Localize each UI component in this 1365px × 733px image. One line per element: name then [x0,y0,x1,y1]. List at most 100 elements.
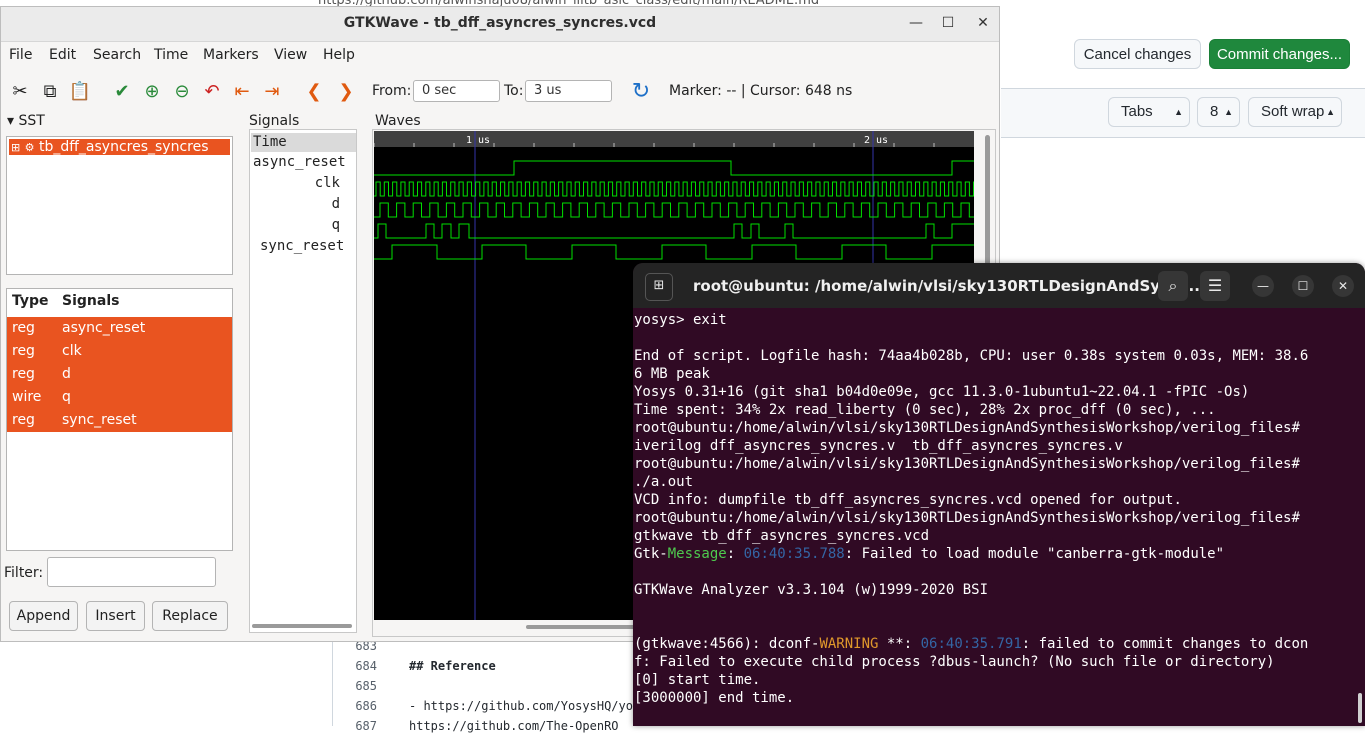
terminal-text: (gtkwave:4566): dconf- [634,636,820,652]
terminal-headerbar[interactable]: ⊞ root@ubuntu: /home/alwin/vlsi/sky130RT… [633,263,1365,308]
signal-row-d[interactable]: reg d [7,363,232,386]
collapse-triangle-icon[interactable]: ▾ [7,113,14,129]
signal-label-d[interactable]: d [332,196,340,212]
terminal-line: root@ubuntu:/home/alwin/vlsi/sky130RTLDe… [634,419,1362,437]
signal-row-sync-reset[interactable]: reg sync_reset [7,409,232,432]
hamburger-menu-icon[interactable]: ☰ [1200,271,1230,301]
minimize-icon[interactable]: — [906,13,926,33]
terminal-text: 06:40:35.791 [920,636,1022,652]
to-time-input[interactable]: 3 us [525,80,612,102]
paste-icon[interactable]: 📋 [67,79,93,105]
undo-zoom-icon[interactable]: ↶ [199,79,225,105]
zoom-fit-icon[interactable]: ✔ [109,79,135,105]
menu-time[interactable]: Time [154,47,188,63]
terminal-text: 06:40:35.788 [743,546,845,562]
terminal-title: root@ubuntu: /home/alwin/vlsi/sky130RTLD… [693,277,1206,295]
terminal-text: End of script. Logfile hash: 74aa4b028b,… [634,348,1309,364]
signal-row-q[interactable]: wire q [7,386,232,409]
terminal-text: : [726,546,744,562]
waves-pane-title: Waves [375,113,421,129]
zoom-in-icon[interactable]: ⊕ [139,79,165,105]
terminal-output[interactable]: yosys> exit End of script. Logfile hash: … [634,311,1362,707]
indent-mode-select[interactable]: Tabs ▲ [1108,97,1190,127]
tree-item-label: tb_dff_asyncres_syncres [39,139,209,155]
signal-type: reg [12,366,35,382]
code-line[interactable]: ## Reference [409,659,496,673]
reload-icon[interactable]: ↻ [628,79,654,105]
menu-search[interactable]: Search [93,47,141,63]
from-label: From: [372,83,412,99]
terminal-line: iverilog dff_asyncres_syncres.v tb_dff_a… [634,437,1362,455]
menu-view[interactable]: View [274,47,307,63]
zoom-start-icon[interactable]: ⇤ [229,79,255,105]
code-editor[interactable]: 683 684 ## Reference 685 686- https://github… [332,637,633,733]
editor-toolbar: Tabs ▲ 8 ▲ Soft wrap ▲ [1001,88,1365,138]
type-column-header[interactable]: Type [12,293,49,309]
signal-row-async-reset[interactable]: reg async_reset [7,317,232,340]
cancel-changes-button[interactable]: Cancel changes [1074,39,1201,69]
zoom-out-icon[interactable]: ⊖ [169,79,195,105]
terminal-scrollbar[interactable] [1358,693,1362,723]
close-icon[interactable]: ✕ [1332,275,1354,297]
signal-time-row[interactable]: Time [251,133,356,152]
find-next-edge-icon[interactable]: ❯ [333,79,359,105]
expander-plus-icon[interactable]: ⊞ [11,141,20,154]
wrap-mode-label: Soft wrap [1261,103,1325,120]
menu-help[interactable]: Help [323,47,355,63]
maximize-icon[interactable]: ☐ [938,13,958,33]
find-prev-edge-icon[interactable]: ❮ [301,79,327,105]
menu-file[interactable]: File [9,47,32,63]
waves-vertical-scrollbar[interactable] [985,135,990,265]
terminal-text: root@ubuntu:/home/alwin/vlsi/sky130RTLDe… [634,420,1300,436]
terminal-line: VCD info: dumpfile tb_dff_asyncres_syncr… [634,491,1362,509]
new-tab-icon[interactable]: ⊞ [645,273,673,301]
menu-markers[interactable]: Markers [203,47,259,63]
from-time-input[interactable]: 0 sec [413,80,500,102]
signals-scrollbar[interactable] [252,624,352,628]
terminal-line: f: Failed to execute child process ?dbus… [634,653,1362,671]
terminal-line: (gtkwave:4566): dconf-WARNING **: 06:40:… [634,635,1362,653]
signal-label-async-reset[interactable]: async_reset [253,154,346,170]
menu-edit[interactable]: Edit [49,47,76,63]
terminal-text: [3000000] end time. [634,690,795,706]
commit-changes-button[interactable]: Commit changes... [1209,39,1350,69]
sst-tree[interactable]: ⊞ ⚙ tb_dff_asyncres_syncres [6,136,233,275]
sst-header[interactable]: ▾ SST [7,113,45,129]
search-icon[interactable]: ⌕ [1158,271,1188,301]
maximize-icon[interactable]: ☐ [1292,275,1314,297]
copy-icon[interactable]: ⧉ [37,79,63,105]
filter-input[interactable] [47,557,216,587]
zoom-end-icon[interactable]: ⇥ [259,79,285,105]
signal-label-q[interactable]: q [332,217,340,233]
signal-label-sync-reset[interactable]: sync_reset [260,238,344,254]
gtkwave-titlebar[interactable]: GTKWave - tb_dff_asyncres_syncres.vcd — … [1,7,999,42]
replace-button[interactable]: Replace [152,601,228,631]
signals-column-header[interactable]: Signals [62,293,119,309]
terminal-text: root@ubuntu:/home/alwin/vlsi/sky130RTLDe… [634,456,1300,472]
chevron-updown-icon: ▲ [1326,107,1335,117]
code-line[interactable]: - https://github.com/YosysHQ/yo [409,699,633,713]
waves-horizontal-scrollbar[interactable] [526,625,636,629]
signal-type: reg [12,320,35,336]
terminal-text: root@ubuntu:/home/alwin/vlsi/sky130RTLDe… [634,510,1300,526]
tree-item-module[interactable]: ⊞ ⚙ tb_dff_asyncres_syncres [9,139,230,155]
terminal-line: yosys> exit [634,311,1362,329]
cut-icon[interactable]: ✂ [7,79,33,105]
close-icon[interactable]: ✕ [973,13,993,33]
signal-name: async_reset [62,320,146,336]
signal-label-clk[interactable]: clk [315,175,340,191]
terminal-text: VCD info: dumpfile tb_dff_asyncres_syncr… [634,492,1182,508]
code-line[interactable]: https://github.com/The-OpenRO [409,719,619,733]
minimize-icon[interactable]: — [1252,275,1274,297]
insert-button[interactable]: Insert [86,601,145,631]
terminal-text: [0] start time. [634,672,761,688]
append-button[interactable]: Append [9,601,78,631]
signals-pane[interactable]: Time async_resetclk d q sync_reset [249,129,357,633]
wrap-mode-select[interactable]: Soft wrap ▲ [1248,97,1342,127]
signal-row-clk[interactable]: reg clk [7,340,232,363]
signal-type-table[interactable]: Type Signals reg async_resetreg clk reg d wir… [6,288,233,551]
indent-size-select[interactable]: 8 ▲ [1197,97,1240,127]
